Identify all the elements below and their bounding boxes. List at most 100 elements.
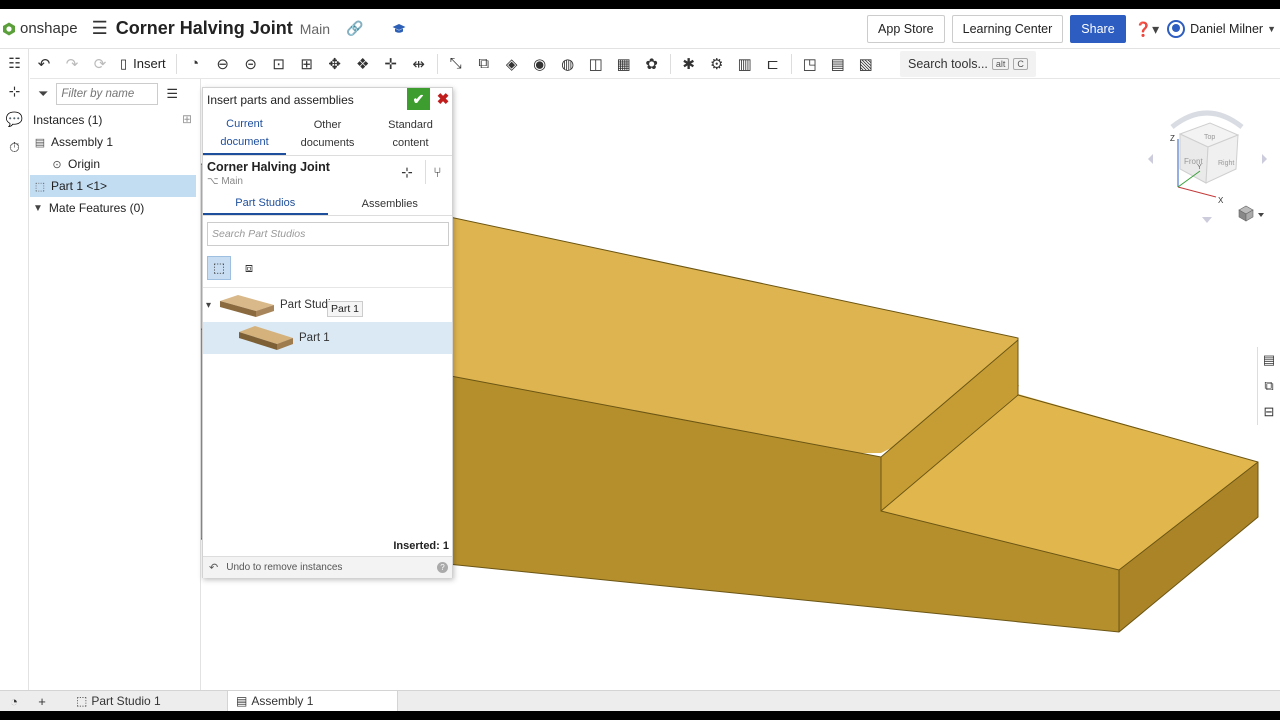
confirm-check-icon[interactable]: ✔ bbox=[407, 88, 430, 110]
cylindrical-mate-icon[interactable]: ⊞ bbox=[293, 51, 321, 77]
tab-current-document[interactable]: Current document bbox=[203, 112, 286, 155]
configurations-icon[interactable]: ⧉ bbox=[1257, 373, 1280, 399]
origin-icon: ⊙ bbox=[52, 158, 62, 171]
tab-standard-content[interactable]: Standard content bbox=[369, 112, 452, 155]
dialog-header: Insert parts and assemblies ✔ ✖ bbox=[203, 88, 452, 112]
tree-add-icon[interactable]: ⊹ bbox=[0, 77, 29, 105]
branch-name[interactable]: Main bbox=[300, 21, 330, 37]
comment-icon[interactable]: 💬 bbox=[0, 105, 29, 133]
pin-slot-mate-icon[interactable]: ✥ bbox=[321, 51, 349, 77]
tab-assemblies[interactable]: Assemblies bbox=[328, 192, 453, 215]
insert-button[interactable]: ▯ Insert bbox=[114, 51, 172, 77]
undo-icon[interactable]: ↶ bbox=[209, 561, 218, 574]
revolute-mate-icon[interactable]: ⊖ bbox=[209, 51, 237, 77]
tangent-mate-icon[interactable]: ⇹ bbox=[405, 51, 433, 77]
insert-tree-icon[interactable]: ⊹ bbox=[395, 160, 419, 184]
question-icon[interactable]: ? bbox=[437, 562, 448, 573]
close-icon[interactable]: ✖ bbox=[435, 90, 451, 108]
section-view-icon[interactable]: ◳ bbox=[796, 51, 824, 77]
stopwatch-icon[interactable]: ⏱ bbox=[0, 133, 29, 161]
add-folder-icon[interactable]: ⊞ bbox=[182, 112, 192, 126]
tab-label: Part Studio 1 bbox=[91, 694, 161, 708]
undo-icon[interactable]: ↶ bbox=[30, 51, 58, 77]
tab-part-studios[interactable]: Part Studios bbox=[203, 192, 328, 215]
part-studio-label: Part Studi bbox=[280, 299, 331, 311]
rack-pinion-icon[interactable]: ◍ bbox=[554, 51, 582, 77]
replicate-icon[interactable]: ✱ bbox=[675, 51, 703, 77]
toolbar-divider bbox=[790, 53, 792, 74]
mate-connector-icon[interactable]: ⤡ bbox=[442, 51, 470, 77]
sketch-filter-icon[interactable]: ⧈ bbox=[237, 256, 261, 280]
parts-filter-icon[interactable]: ⬚ bbox=[207, 256, 231, 280]
learning-center-button[interactable]: Learning Center bbox=[951, 15, 1064, 43]
navcube-down-arrow-icon[interactable] bbox=[1202, 217, 1212, 223]
onshape-logo[interactable]: onshape bbox=[2, 20, 78, 37]
tab-label: document bbox=[220, 135, 269, 148]
navcube-left-arrow-icon[interactable] bbox=[1148, 154, 1153, 164]
search-tools[interactable]: Search tools... alt C bbox=[900, 51, 1036, 77]
insert-icon: ▯ bbox=[120, 55, 128, 71]
tab-part-studio[interactable]: ⬚ Part Studio 1 bbox=[68, 690, 228, 711]
funnel-icon[interactable]: ⏷ bbox=[38, 86, 48, 102]
search-tools-label: Search tools... bbox=[908, 57, 988, 71]
filter-input[interactable] bbox=[56, 83, 159, 105]
chevron-down-icon[interactable] bbox=[1258, 213, 1264, 217]
avatar[interactable] bbox=[1167, 20, 1186, 38]
feature-list-icon[interactable]: ☷ bbox=[0, 49, 29, 77]
gear-icon[interactable]: ⚙ bbox=[703, 51, 731, 77]
navcube-right-arrow-icon[interactable] bbox=[1262, 154, 1267, 164]
hamburger-icon[interactable]: ☰ bbox=[92, 18, 108, 39]
ball-mate-icon[interactable]: ❖ bbox=[349, 51, 377, 77]
bottom-tab-bar: ◔ + ⬚ Part Studio 1 ▤ Assembly 1 bbox=[0, 690, 1280, 711]
explode-icon[interactable]: ⊏ bbox=[759, 51, 787, 77]
list-icon[interactable]: ☰ bbox=[166, 86, 178, 102]
chevron-down-icon[interactable]: ▼ bbox=[33, 203, 43, 214]
regenerate-icon[interactable]: ⟳ bbox=[86, 51, 114, 77]
undo-hint: Undo to remove instances bbox=[226, 562, 343, 573]
share-button[interactable]: Share bbox=[1070, 15, 1126, 43]
tree-item-assembly[interactable]: ▤ Assembly 1 bbox=[30, 131, 200, 153]
mirror-icon[interactable]: ▥ bbox=[731, 51, 759, 77]
group-icon[interactable]: ⧉ bbox=[470, 51, 498, 77]
mass-properties-icon[interactable]: ▧ bbox=[852, 51, 880, 77]
chevron-down-icon[interactable]: ▾ bbox=[206, 300, 218, 311]
view-options-icon[interactable]: ◔ bbox=[0, 694, 28, 709]
tab-assembly[interactable]: ▤ Assembly 1 bbox=[228, 690, 398, 711]
question-icon[interactable]: ❓▾ bbox=[1135, 21, 1159, 38]
tab-label: Other bbox=[313, 118, 342, 131]
planar-mate-icon[interactable]: ⊡ bbox=[265, 51, 293, 77]
fastened-mate-icon[interactable]: ◔ bbox=[181, 51, 209, 77]
relation-icon[interactable]: ◈ bbox=[498, 51, 526, 77]
tree-item-mate-features[interactable]: ▼ Mate Features (0) bbox=[30, 197, 200, 219]
app-store-button[interactable]: App Store bbox=[867, 15, 945, 43]
search-part-studios-input[interactable]: Search Part Studios bbox=[207, 222, 449, 246]
user-name[interactable]: Daniel Milner bbox=[1190, 22, 1263, 36]
linear-pattern-icon[interactable]: ▦ bbox=[610, 51, 638, 77]
graduation-cap-icon[interactable] bbox=[392, 23, 406, 35]
chevron-down-icon[interactable]: ▼ bbox=[1267, 24, 1276, 34]
insert-dialog: Insert parts and assemblies ✔ ✖ Current d… bbox=[202, 87, 453, 578]
bom-icon[interactable]: ⊟ bbox=[1257, 399, 1280, 425]
document-title[interactable]: Corner Halving Joint bbox=[116, 18, 293, 39]
circular-pattern-icon[interactable]: ✿ bbox=[638, 51, 666, 77]
tab-label: Assembly 1 bbox=[251, 694, 314, 708]
tree-item-part[interactable]: ⬚ Part 1 <1> bbox=[30, 175, 196, 197]
inserted-count: Inserted: 1 bbox=[393, 540, 449, 552]
gear-relation-icon[interactable]: ◉ bbox=[526, 51, 554, 77]
branch-icon[interactable]: ⑂ bbox=[425, 160, 449, 184]
view-cube[interactable]: Top Front Right Z X Y bbox=[1140, 99, 1275, 229]
tree-item-label: Part 1 <1> bbox=[51, 179, 108, 193]
tab-other-documents[interactable]: Other documents bbox=[286, 112, 369, 155]
measure-icon[interactable]: ▤ bbox=[824, 51, 852, 77]
redo-icon[interactable]: ↷ bbox=[58, 51, 86, 77]
link-icon[interactable]: 🔗 bbox=[346, 20, 363, 37]
tree-item-origin[interactable]: ⊙ Origin bbox=[30, 153, 200, 175]
dialog-source-tabs: Current document Other documents Standard c… bbox=[203, 112, 452, 156]
part-row[interactable]: Part 1 bbox=[203, 322, 452, 354]
assembly-icon: ▤ bbox=[236, 694, 248, 708]
appearance-panel-icon[interactable]: ▤ bbox=[1257, 347, 1280, 373]
screw-relation-icon[interactable]: ◫ bbox=[582, 51, 610, 77]
slider-mate-icon[interactable]: ⊝ bbox=[237, 51, 265, 77]
add-tab-icon[interactable]: + bbox=[28, 694, 56, 709]
parallel-mate-icon[interactable]: ✛ bbox=[377, 51, 405, 77]
